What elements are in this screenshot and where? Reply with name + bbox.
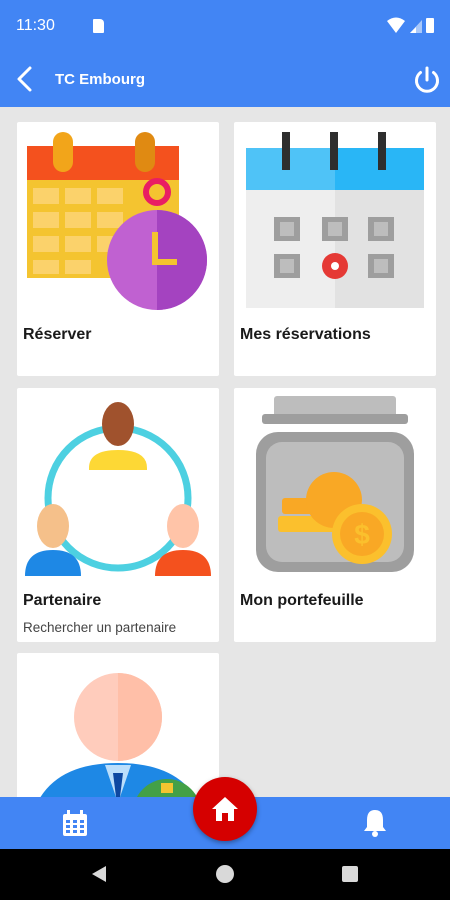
card-partenaire[interactable]: Partenaire Rechercher un partenaire	[17, 388, 219, 642]
system-navigation-bar	[0, 849, 450, 900]
system-recents-icon[interactable]	[342, 866, 358, 882]
status-bar: 11:30	[0, 0, 450, 52]
menu-grid: Réserver Mes réservations Partenaire Rec…	[0, 107, 450, 797]
card-title: Mon portefeuille	[240, 592, 364, 609]
sim-card-icon	[93, 19, 104, 33]
coin-jar-illustration: $	[256, 396, 414, 572]
card-reserver[interactable]: Réserver	[17, 122, 219, 376]
wifi-icon	[387, 17, 405, 33]
bell-icon[interactable]	[360, 807, 390, 837]
card-mon-portefeuille[interactable]: $ Mon portefeuille	[234, 388, 436, 642]
status-icons	[387, 17, 434, 33]
calendar-icon[interactable]	[60, 808, 90, 838]
card-title: Réserver	[23, 326, 92, 343]
status-time: 11:30	[16, 17, 55, 34]
card-mes-reservations[interactable]: Mes réservations	[234, 122, 436, 376]
app-title: TC Embourg	[55, 71, 145, 88]
calendar-illustration	[246, 132, 424, 308]
card-title: Partenaire	[23, 592, 102, 609]
home-icon	[212, 797, 238, 821]
app-bar: TC Embourg	[0, 52, 450, 107]
profile-illustration	[40, 673, 197, 797]
back-arrow-icon[interactable]	[10, 63, 42, 95]
system-home-icon[interactable]	[216, 865, 234, 883]
battery-icon	[426, 18, 434, 33]
svg-text:$: $	[354, 519, 370, 550]
card-profile[interactable]	[17, 653, 219, 797]
system-back-icon[interactable]	[90, 865, 108, 883]
card-subtitle: Rechercher un partenaire	[23, 620, 177, 635]
partners-illustration	[25, 402, 211, 576]
home-button[interactable]	[193, 777, 257, 841]
power-icon[interactable]	[410, 63, 444, 97]
calendar-clock-illustration	[27, 132, 207, 310]
card-title: Mes réservations	[240, 326, 371, 343]
